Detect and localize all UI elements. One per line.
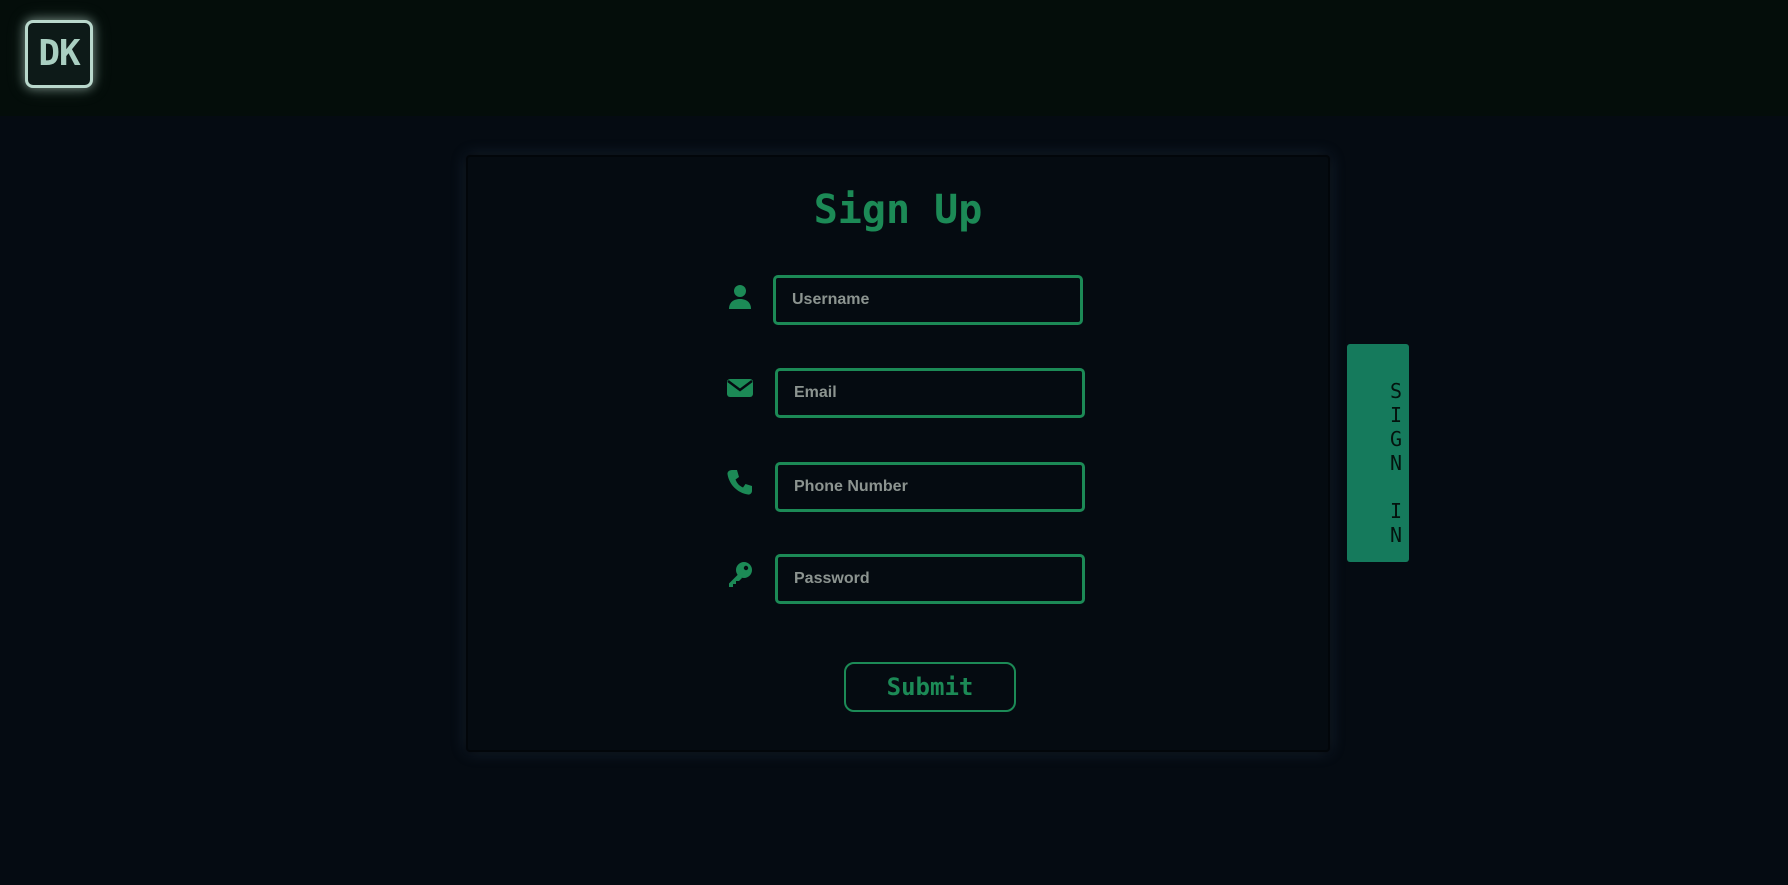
sign-in-tab-label: SIGN IN — [1384, 379, 1408, 547]
envelope-icon — [726, 374, 754, 402]
submit-button[interactable]: Submit — [844, 662, 1016, 712]
top-bar: DK — [0, 0, 1788, 116]
password-input[interactable] — [775, 554, 1085, 604]
phone-number-input[interactable] — [775, 462, 1085, 512]
signup-card: Sign Up Submit — [466, 155, 1330, 752]
user-icon — [726, 283, 754, 311]
dk-logo[interactable]: DK — [25, 20, 93, 88]
username-input[interactable] — [773, 275, 1083, 325]
email-input[interactable] — [775, 368, 1085, 418]
page-title: Sign Up — [813, 187, 983, 233]
sign-in-tab[interactable]: SIGN IN — [1347, 344, 1409, 562]
key-icon — [726, 560, 754, 588]
phone-icon — [726, 468, 754, 496]
